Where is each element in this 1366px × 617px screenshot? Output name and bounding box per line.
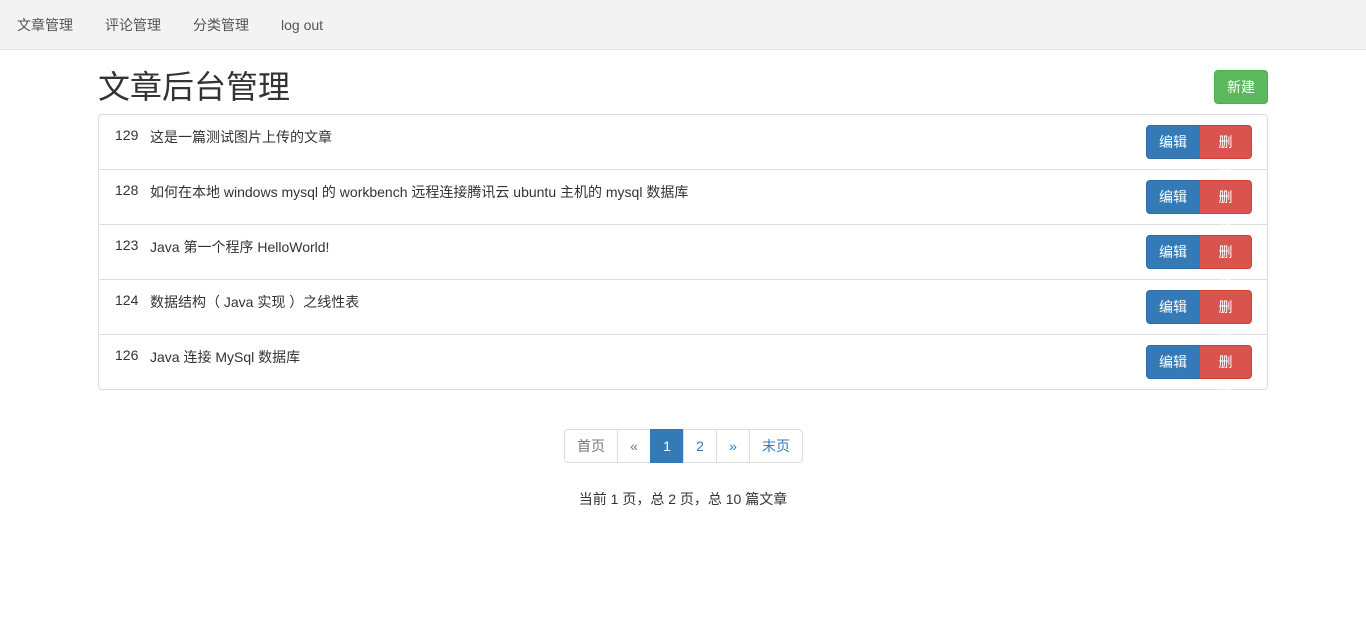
edit-button[interactable]: 编辑	[1146, 345, 1200, 379]
article-id: 129	[115, 127, 139, 143]
article-title: 这是一篇测试图片上传的文章	[150, 129, 332, 145]
top-navbar: 文章管理 评论管理 分类管理 log out	[0, 0, 1366, 50]
page-last-link[interactable]: 末页	[749, 429, 803, 463]
article-title: Java 第一个程序 HelloWorld!	[150, 239, 330, 255]
main-container: 文章后台管理 新建 129 这是一篇测试图片上传的文章 编辑 删除 128 如何…	[98, 50, 1268, 402]
page-link-2[interactable]: 2	[683, 429, 717, 463]
edit-button[interactable]: 编辑	[1146, 235, 1200, 269]
edit-button[interactable]: 编辑	[1146, 180, 1200, 214]
page-next-link[interactable]: »	[716, 429, 750, 463]
article-id: 128	[115, 182, 139, 198]
article-title: 数据结构（ Java 实现 ）之线性表	[150, 294, 360, 310]
article-id: 126	[115, 347, 139, 363]
page-link-1[interactable]: 1	[650, 429, 684, 463]
article-actions: 编辑 删除	[1146, 180, 1252, 237]
page-first-link[interactable]: 首页	[564, 429, 618, 463]
edit-button[interactable]: 编辑	[1146, 125, 1200, 159]
delete-button[interactable]: 删除	[1199, 290, 1252, 347]
article-actions: 编辑 删除	[1146, 290, 1252, 347]
nav-article-management[interactable]: 文章管理	[0, 0, 89, 50]
article-row: 123 Java 第一个程序 HelloWorld! 编辑 删除	[99, 225, 1267, 292]
delete-button[interactable]: 删除	[1199, 235, 1252, 292]
delete-button[interactable]: 删除	[1199, 125, 1252, 182]
article-row: 126 Java 连接 MySql 数据库 编辑 删除	[99, 335, 1267, 402]
delete-button[interactable]: 删除	[1199, 180, 1252, 237]
article-id: 123	[115, 237, 139, 253]
nav-logout[interactable]: log out	[265, 0, 339, 50]
delete-button[interactable]: 删除	[1199, 345, 1252, 402]
edit-button[interactable]: 编辑	[1146, 290, 1200, 324]
pagination-summary: 当前 1 页，总 2 页，总 10 篇文章	[578, 491, 788, 507]
article-id: 124	[115, 292, 139, 308]
nav-category-management[interactable]: 分类管理	[177, 0, 265, 50]
page-title: 文章后台管理	[98, 69, 291, 105]
article-row: 128 如何在本地 windows mysql 的 workbench 远程连接…	[99, 170, 1267, 237]
article-title: Java 连接 MySql 数据库	[150, 349, 301, 365]
article-list: 129 这是一篇测试图片上传的文章 编辑 删除 128 如何在本地 window…	[98, 114, 1268, 402]
article-actions: 编辑 删除	[1146, 345, 1252, 402]
article-actions: 编辑 删除	[1146, 235, 1252, 292]
new-article-button[interactable]: 新建	[1214, 70, 1268, 104]
article-row: 129 这是一篇测试图片上传的文章 编辑 删除	[99, 115, 1267, 182]
article-actions: 编辑 删除	[1146, 125, 1252, 182]
page-prev-link[interactable]: «	[617, 429, 651, 463]
pagination: 首页 « 1 2 » 末页	[564, 429, 803, 463]
nav-comment-management[interactable]: 评论管理	[89, 0, 177, 50]
page-header: 文章后台管理 新建	[98, 50, 1268, 114]
article-row: 124 数据结构（ Java 实现 ）之线性表 编辑 删除	[99, 280, 1267, 347]
article-title: 如何在本地 windows mysql 的 workbench 远程连接腾讯云 …	[150, 184, 689, 200]
